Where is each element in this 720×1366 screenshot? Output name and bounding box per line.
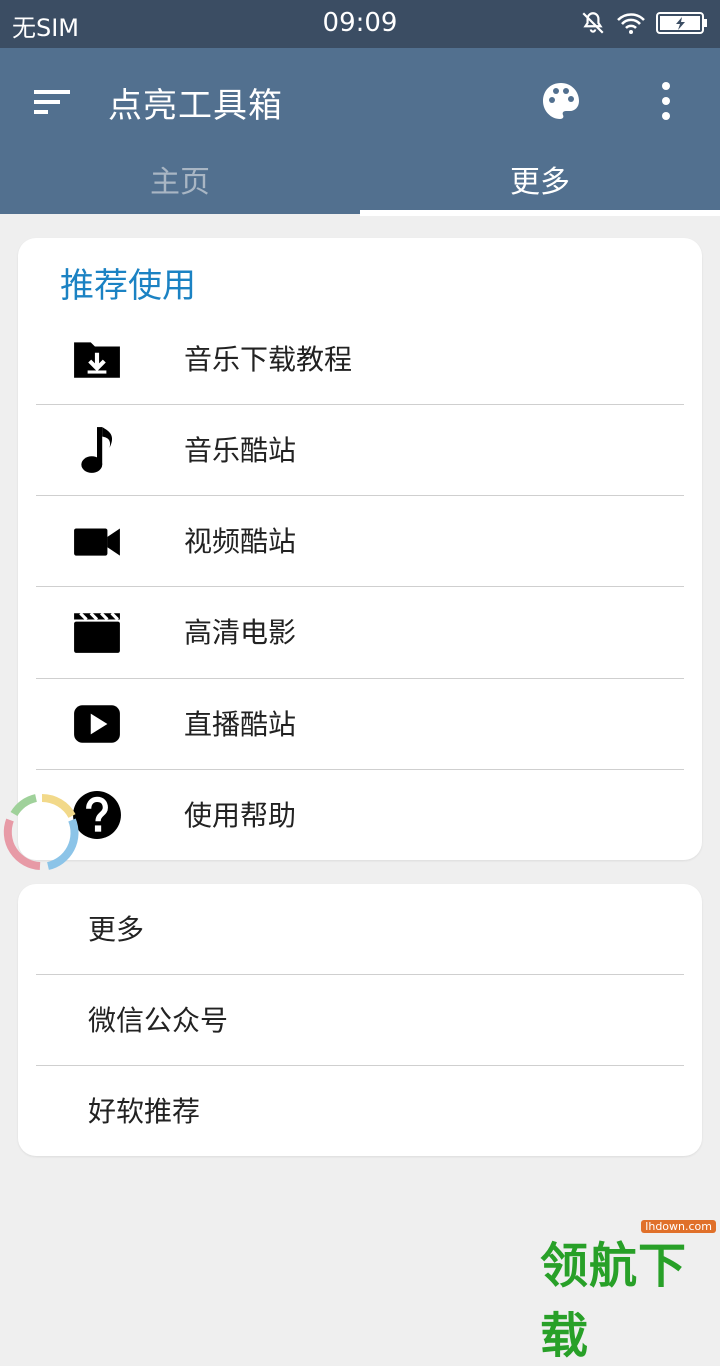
mute-bell-icon <box>582 12 604 34</box>
tab-bar: 主页 更多 <box>0 154 720 216</box>
recommend-title: 推荐使用 <box>60 266 196 306</box>
list-item-label: 视频酷站 <box>184 525 297 558</box>
app-title: 点亮工具箱 <box>108 86 283 126</box>
list-item-music-sites[interactable]: 音乐酷站 <box>36 405 684 496</box>
watermark-text: 领航下载 <box>540 1238 688 1364</box>
list-item-label: 微信公众号 <box>88 1004 229 1037</box>
list-item-help[interactable]: 使用帮助 <box>36 770 684 861</box>
battery-charging-icon <box>656 12 707 34</box>
tab-more[interactable]: 更多 <box>360 154 720 216</box>
more-vert-icon[interactable] <box>650 80 682 122</box>
status-icons <box>580 10 708 36</box>
list-item-music-tutorial[interactable]: 音乐下载教程 <box>36 314 684 405</box>
list-item-label: 音乐下载教程 <box>184 343 353 376</box>
tab-home[interactable]: 主页 <box>0 154 360 214</box>
watermark-url: lhdown.com <box>641 1220 716 1233</box>
list-item-recommended-apps[interactable]: 好软推荐 <box>36 1066 684 1157</box>
more-card: 更多 微信公众号 好软推荐 <box>18 884 702 1156</box>
list-item-label: 更多 <box>88 913 145 946</box>
play-icon <box>74 705 120 743</box>
list-item-label: 高清电影 <box>184 616 297 649</box>
folder-download-icon <box>74 342 120 378</box>
palette-icon[interactable] <box>540 80 582 122</box>
list-item-label: 音乐酷站 <box>184 434 297 467</box>
sort-icon[interactable] <box>30 84 74 120</box>
movie-icon <box>74 612 120 653</box>
list-item-wechat[interactable]: 微信公众号 <box>36 975 684 1066</box>
list-item-label: 好软推荐 <box>88 1095 201 1128</box>
list-item-live-sites[interactable]: 直播酷站 <box>36 679 684 770</box>
app-bar: 点亮工具箱 主页 更多 <box>0 48 720 216</box>
watermark: 领航下载 lhdown.com <box>536 1218 720 1364</box>
recommend-card: 推荐使用 音乐下载教程 音乐酷站 视频酷站 高清电影 直播酷站 使用帮助 <box>18 238 702 860</box>
status-bar: 无SIM 09:09 <box>0 0 720 48</box>
wifi-icon <box>617 13 645 34</box>
list-item-more[interactable]: 更多 <box>36 884 684 975</box>
loading-spinner-icon <box>3 794 79 870</box>
videocam-icon <box>74 528 120 556</box>
list-item-hd-movies[interactable]: 高清电影 <box>36 587 684 678</box>
music-note-icon <box>81 427 113 473</box>
list-item-label: 使用帮助 <box>184 799 297 832</box>
list-item-label: 直播酷站 <box>184 708 297 741</box>
list-item-video-sites[interactable]: 视频酷站 <box>36 496 684 587</box>
